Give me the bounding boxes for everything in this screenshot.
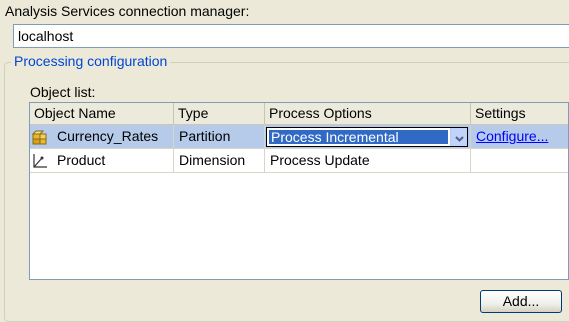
process-options-selected-value: Process Incremental (268, 129, 449, 145)
object-name-cell[interactable]: Product (30, 149, 174, 173)
object-name: Product (57, 152, 106, 168)
object-name-cell[interactable]: Currency_Rates (30, 125, 174, 149)
dimension-axis-icon (32, 153, 48, 169)
processing-configuration-title: Processing configuration (11, 53, 171, 69)
add-button[interactable]: Add... (480, 290, 562, 313)
object-list-label: Object list: (30, 84, 96, 100)
column-header-type[interactable]: Type (174, 103, 265, 125)
connection-manager-input[interactable] (13, 24, 569, 48)
process-options-cell[interactable]: Process Update (265, 149, 471, 173)
settings-cell[interactable] (471, 149, 568, 173)
dropdown-button[interactable] (450, 128, 467, 146)
settings-cell: Configure... (471, 125, 568, 149)
partition-cube-icon (31, 129, 48, 145)
object-name: Currency_Rates (57, 128, 159, 144)
type-cell: Partition (174, 125, 265, 149)
type-cell: Dimension (174, 149, 265, 173)
column-header-settings[interactable]: Settings (471, 103, 568, 125)
column-header-process-options[interactable]: Process Options (265, 103, 471, 125)
table-row[interactable]: Product Dimension Process Update (30, 149, 568, 173)
connection-manager-label: Analysis Services connection manager: (5, 3, 250, 19)
chevron-down-icon (454, 129, 464, 145)
configure-link[interactable]: Configure... (476, 128, 548, 144)
grid-header: Object Name Type Process Options Setting… (30, 103, 568, 125)
column-header-object-name[interactable]: Object Name (30, 103, 174, 125)
object-list-grid[interactable]: Object Name Type Process Options Setting… (29, 102, 569, 280)
process-options-dropdown[interactable]: Process Incremental (266, 127, 468, 147)
